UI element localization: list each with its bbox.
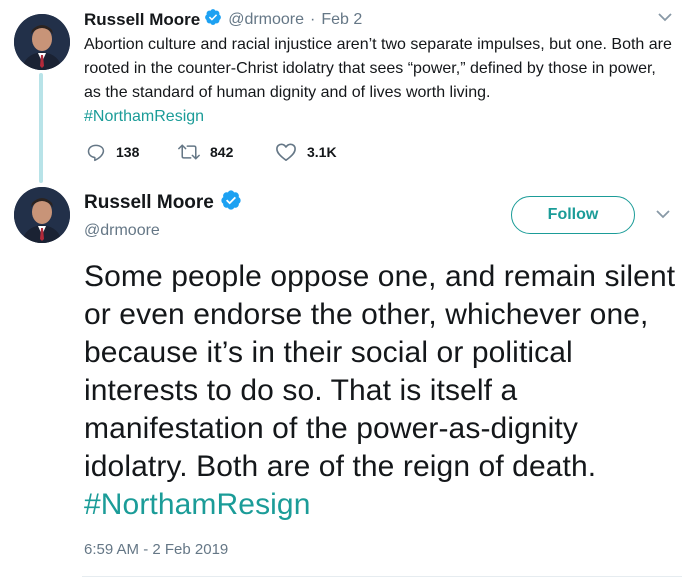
author-name[interactable]: Russell Moore (84, 10, 200, 30)
reply-tweet-header: Russell Moore @drmoore · Feb 2 (84, 8, 362, 31)
retweet-count: 842 (210, 144, 234, 160)
author-name[interactable]: Russell Moore (84, 192, 214, 214)
chevron-down-icon[interactable] (656, 10, 674, 29)
follow-button[interactable]: Follow (511, 196, 635, 234)
like-action[interactable]: 3.1K (275, 142, 337, 162)
author-handle[interactable]: @drmoore (84, 222, 160, 240)
like-icon (276, 143, 296, 161)
retweet-action[interactable]: 842 (178, 142, 233, 162)
avatar-image (14, 187, 70, 243)
tweet-timestamp[interactable]: 6:59 AM - 2 Feb 2019 (84, 541, 228, 558)
hashtag-link[interactable]: #NorthamResign (84, 108, 204, 125)
main-tweet-header: Russell Moore (84, 189, 242, 216)
reply-count: 138 (116, 144, 140, 160)
tweet-text: Some people oppose one, and remain silen… (84, 260, 676, 483)
author-handle[interactable]: @drmoore (228, 11, 304, 29)
verified-icon (220, 189, 242, 216)
main-tweet-text-block: Some people oppose one, and remain silen… (84, 258, 684, 524)
retweet-icon (178, 144, 200, 160)
verified-icon (204, 8, 222, 31)
divider (82, 576, 682, 577)
avatar-image (14, 14, 70, 70)
chevron-down-icon[interactable] (654, 207, 672, 226)
reply-tweet-text-block: Abortion culture and racial injustice ar… (84, 33, 674, 129)
tweet-text: Abortion culture and racial injustice ar… (84, 36, 672, 101)
thread-line (39, 73, 43, 183)
hashtag-link[interactable]: #NorthamResign (84, 488, 311, 521)
tweet-date[interactable]: Feb 2 (321, 11, 362, 29)
reply-icon (87, 144, 105, 162)
avatar[interactable] (14, 14, 70, 70)
reply-action[interactable]: 138 (86, 142, 139, 162)
separator: · (310, 10, 316, 28)
like-count: 3.1K (307, 144, 337, 160)
avatar[interactable] (14, 187, 70, 243)
